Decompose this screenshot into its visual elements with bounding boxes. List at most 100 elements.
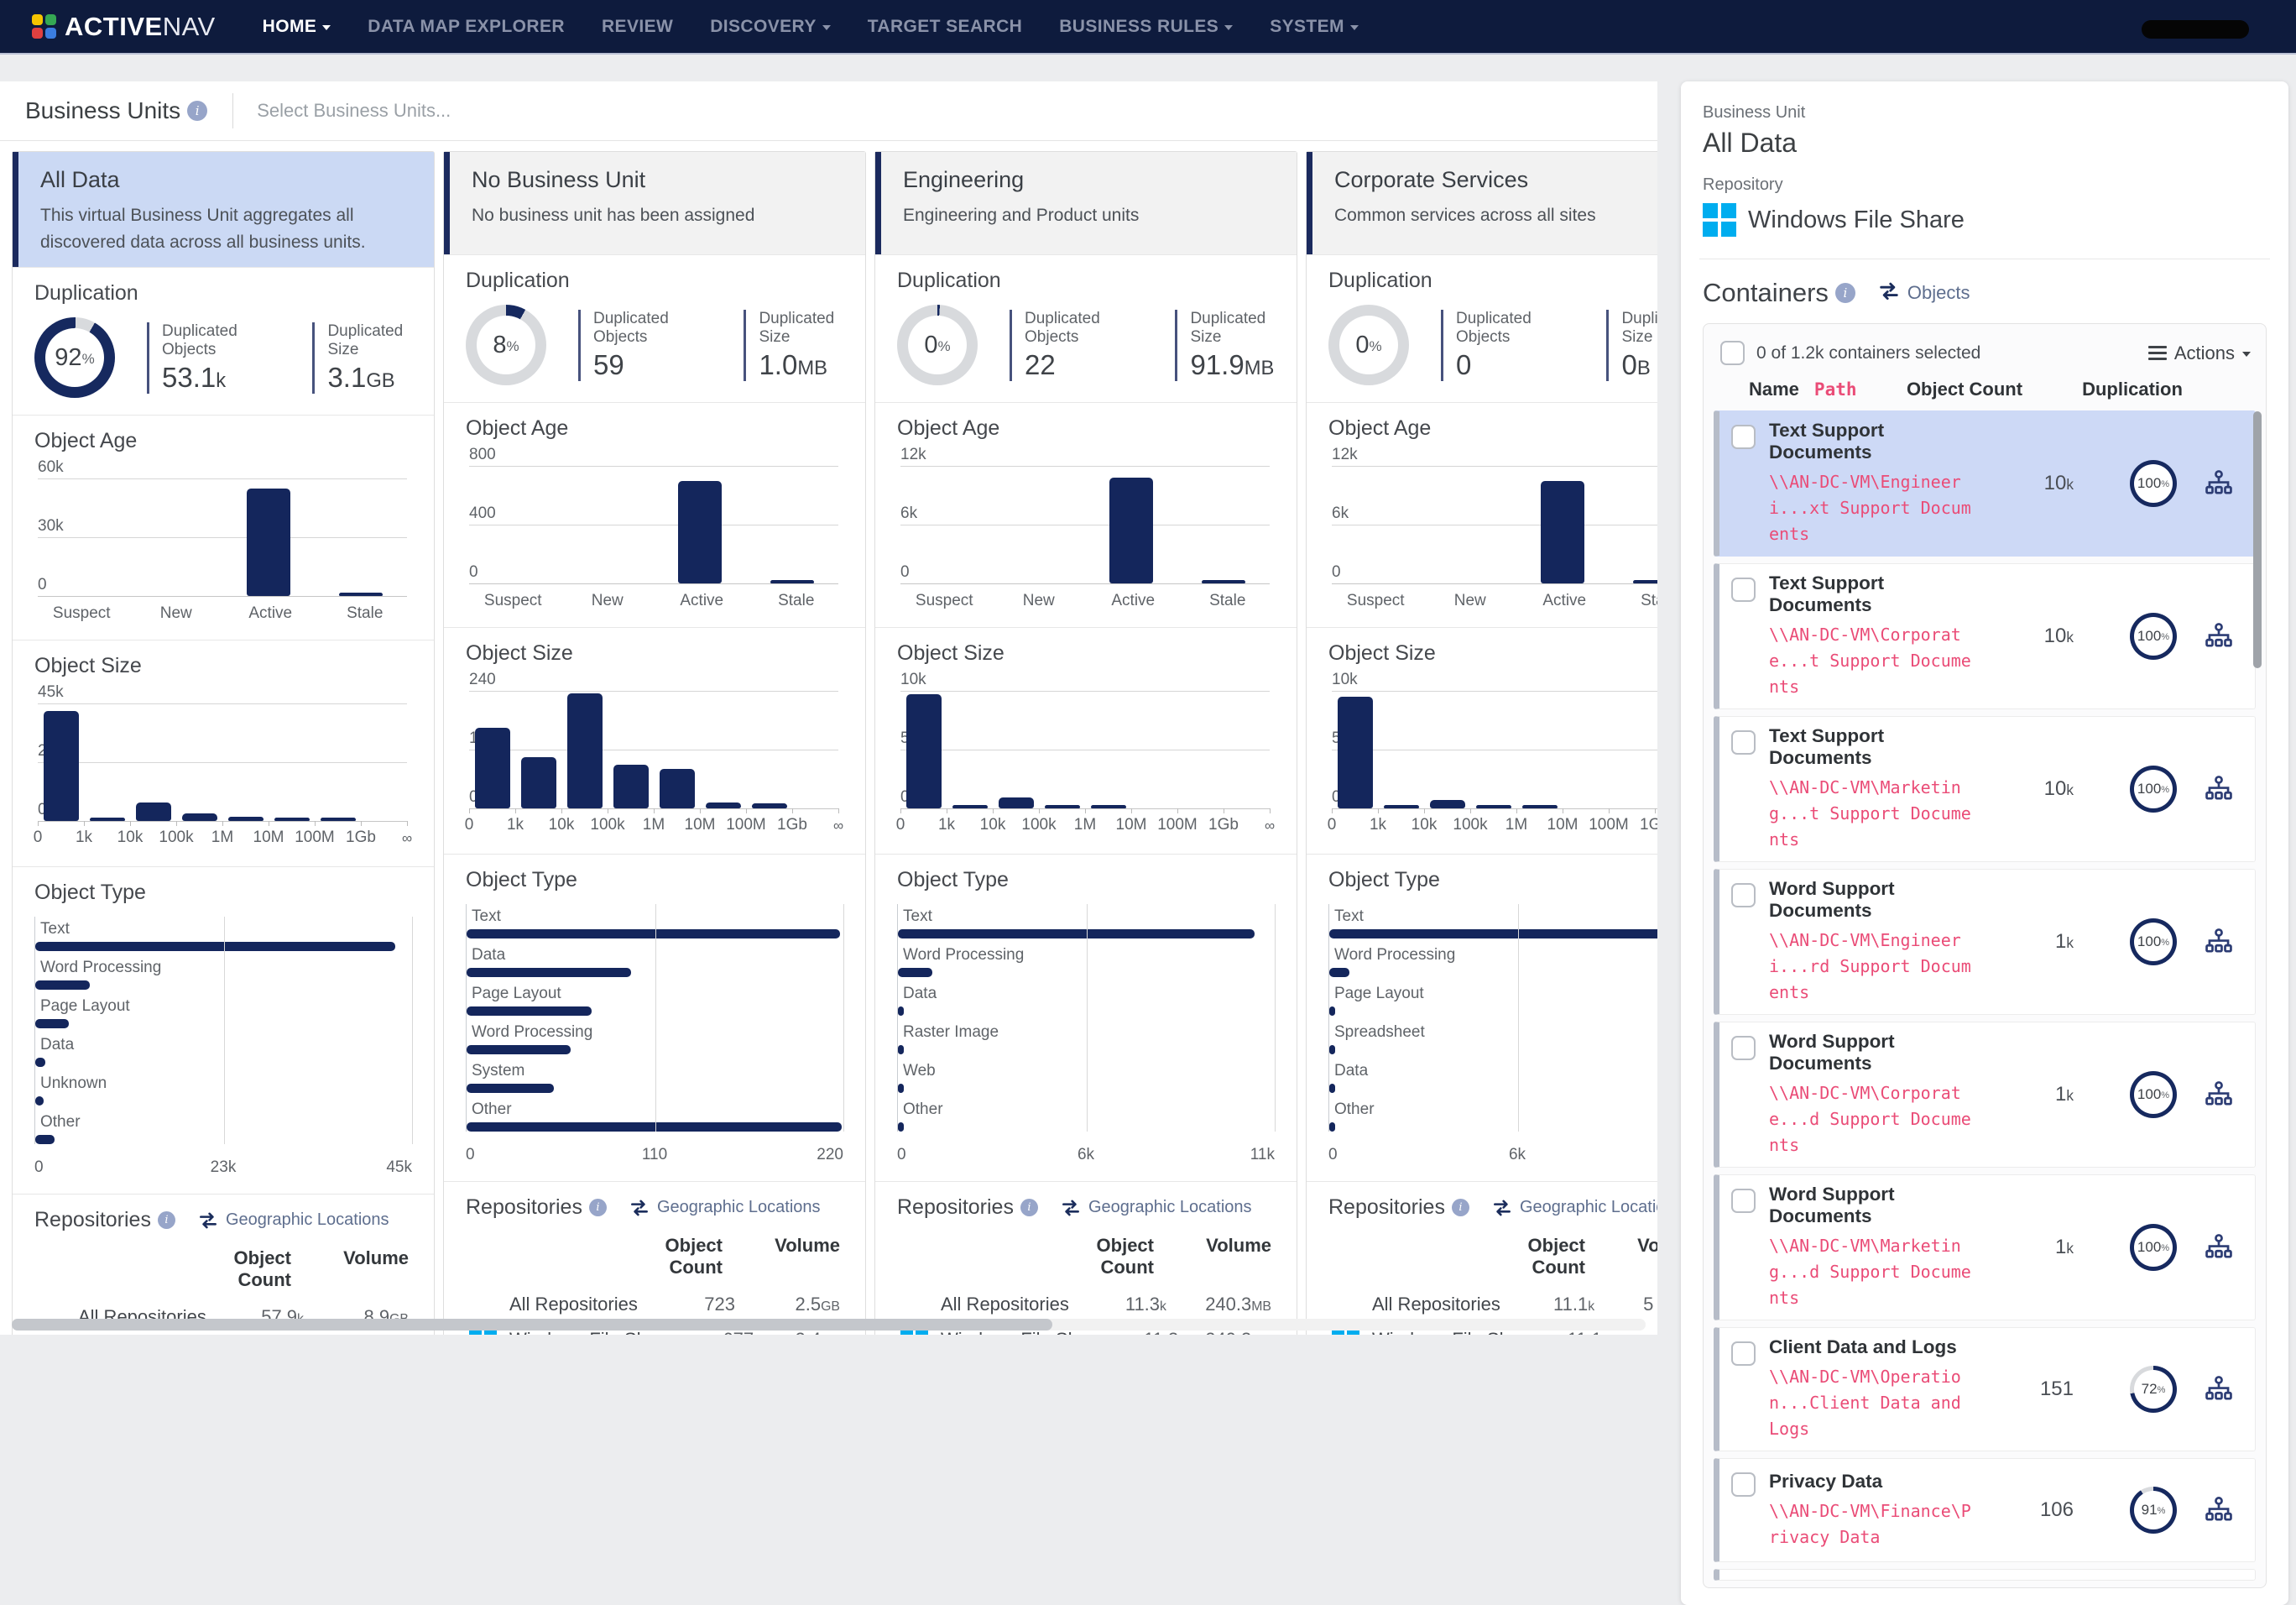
nav-item-discovery[interactable]: DISCOVERY (710, 17, 831, 37)
row-checkbox[interactable] (1731, 1036, 1756, 1060)
axis-label: 10k (1412, 816, 1438, 834)
info-icon[interactable]: i (589, 1199, 607, 1216)
container-row[interactable]: Word Support Documents\\AN-DC-VM\Enginee… (1714, 869, 2256, 1015)
column-path[interactable]: Path (1814, 379, 1876, 400)
duplicated-size: Duplicated Size91.9MB (1175, 310, 1275, 381)
sitemap-icon[interactable] (2189, 1080, 2248, 1109)
axis-label: New (1423, 592, 1518, 610)
card-header[interactable]: No Business UnitNo business unit has bee… (444, 152, 865, 254)
axis-label: 6k (1509, 1146, 1526, 1164)
nav-item-business-rules[interactable]: BUSINESS RULES (1059, 17, 1233, 37)
axis-label: 10k (980, 816, 1006, 834)
sitemap-icon[interactable] (2189, 1496, 2248, 1524)
row-checkbox[interactable] (1731, 1341, 1756, 1366)
row-checkbox[interactable] (1731, 425, 1756, 449)
horizontal-scrollbar[interactable] (12, 1319, 1646, 1331)
column-object-count[interactable]: Object Count (1876, 379, 2053, 400)
axis-label: 10M (685, 816, 716, 834)
duplication-section: Duplication0%Duplicated Objects0Duplicat… (1307, 254, 1657, 402)
bar (898, 1122, 904, 1132)
nav-item-home[interactable]: HOME (263, 17, 331, 37)
bu-card-no-business-unit[interactable]: No Business UnitNo business unit has bee… (443, 151, 866, 1335)
bar (678, 481, 722, 584)
card-header[interactable]: Corporate ServicesCommon services across… (1307, 152, 1657, 254)
bu-card-corporate-services[interactable]: Corporate ServicesCommon services across… (1306, 151, 1657, 1335)
axis-label: 1M (643, 816, 665, 834)
card-header[interactable]: All DataThis virtual Business Unit aggre… (13, 152, 434, 267)
repo-name: All Repositories (1372, 1294, 1500, 1315)
axis-label: 0 (896, 816, 905, 834)
chevron-down-icon (2242, 352, 2251, 357)
bar-chart: 10k5k001k10k100k1M10M100M1Gb∞ (1328, 691, 1657, 837)
container-row[interactable]: Word Support Documents\\AN-DC-VM\Corpora… (1714, 1022, 2256, 1168)
bar (35, 980, 90, 990)
bu-card-all-data[interactable]: All DataThis virtual Business Unit aggre… (12, 151, 435, 1335)
axis-label: 10k (549, 816, 575, 834)
sitemap-icon[interactable] (2189, 1233, 2248, 1262)
row-checkbox[interactable] (1731, 883, 1756, 907)
info-icon[interactable]: i (187, 101, 207, 121)
info-icon[interactable]: i (1452, 1199, 1469, 1216)
sitemap-icon[interactable] (2189, 775, 2248, 803)
bar (35, 1096, 44, 1106)
select-business-units-input[interactable]: Select Business Units... (257, 100, 451, 122)
axis-label: Stale (318, 604, 413, 623)
container-row[interactable]: Text Support Documents\\AN-DC-VM\Corpora… (1714, 563, 2256, 709)
repo-row-all-repositories[interactable]: All Repositories7232.5GB (466, 1287, 843, 1322)
bar (35, 1135, 55, 1144)
info-icon[interactable]: i (158, 1211, 175, 1229)
axis-label: 0 (465, 816, 474, 834)
card-header[interactable]: EngineeringEngineering and Product units (875, 152, 1297, 254)
swap-arrows-icon (1877, 280, 1901, 302)
select-all-checkbox[interactable] (1720, 341, 1745, 365)
container-name: Text Support Documents (1769, 725, 1973, 769)
geographic-locations-link[interactable]: Geographic Locations (197, 1210, 389, 1231)
sitemap-icon[interactable] (2189, 469, 2248, 498)
activenav-logo[interactable]: ACTIVENAV (32, 12, 216, 42)
geographic-locations-link[interactable]: Geographic Locations (1060, 1198, 1252, 1218)
row-checkbox[interactable] (1731, 730, 1756, 755)
row-checkbox[interactable] (1731, 578, 1756, 602)
column-duplication[interactable]: Duplication (2053, 379, 2212, 400)
windows-file-share-icon (1703, 203, 1736, 237)
bu-card-engineering[interactable]: EngineeringEngineering and Product units… (874, 151, 1297, 1335)
axis-label: 0 (1328, 1146, 1338, 1164)
nav-item-review[interactable]: REVIEW (602, 17, 673, 37)
vertical-scrollbar-thumb[interactable] (2253, 411, 2262, 668)
repo-row-all-repositories[interactable]: All Repositories11.3k240.3MB (897, 1287, 1275, 1322)
swap-arrows-icon (629, 1198, 650, 1218)
bar-chart: TextWord ProcessingDataRaster ImageWebOt… (897, 904, 1275, 1164)
row-checkbox[interactable] (1731, 1189, 1756, 1213)
chevron-down-icon (822, 25, 831, 30)
container-row[interactable]: Word Support Documents\\AN-DC-VM\Marketi… (1714, 1174, 2256, 1320)
info-icon[interactable]: i (1835, 283, 1855, 303)
sitemap-icon[interactable] (2189, 622, 2248, 651)
card-title: Engineering (903, 167, 1275, 193)
horizontal-scrollbar-thumb[interactable] (12, 1319, 1052, 1331)
objects-link[interactable]: Objects (1877, 280, 1970, 306)
container-row[interactable]: Text Support Documents\\AN-DC-VM\Enginee… (1714, 410, 2256, 557)
sitemap-icon[interactable] (2189, 1375, 2248, 1404)
menu-icon (2148, 346, 2167, 360)
duplication-donut: 100% (2130, 460, 2177, 507)
nav-item-data-map-explorer[interactable]: DATA MAP EXPLORER (368, 17, 565, 37)
container-row[interactable]: Client Data and Logs\\AN-DC-VM\Operation… (1714, 1327, 2256, 1451)
actions-button[interactable]: Actions (2148, 342, 2251, 364)
section-title: Object Age (34, 429, 412, 453)
axis-label: New (129, 604, 224, 623)
info-icon[interactable]: i (1020, 1199, 1038, 1216)
nav-item-system[interactable]: SYSTEM (1270, 17, 1359, 37)
bar (339, 593, 383, 596)
axis-label: New (561, 592, 655, 610)
geographic-locations-link[interactable]: Geographic Locations (1491, 1198, 1657, 1218)
container-row[interactable]: Privacy Data\\AN-DC-VM\Finance\Privacy D… (1714, 1458, 2256, 1562)
nav-item-target-search[interactable]: TARGET SEARCH (868, 17, 1022, 37)
column-name[interactable]: Name (1749, 379, 1799, 400)
repositories-section: RepositoriesiGeographic LocationsObject … (13, 1194, 434, 1335)
repo-row-all-repositories[interactable]: All Repositories11.1k5 (1328, 1287, 1657, 1322)
container-row[interactable]: Text Support Documents\\AN-DC-VM\Marketi… (1714, 716, 2256, 862)
geographic-locations-link[interactable]: Geographic Locations (629, 1198, 821, 1218)
sitemap-icon[interactable] (2189, 928, 2248, 956)
column-object-count: Object Count (1045, 1235, 1154, 1278)
row-checkbox[interactable] (1731, 1472, 1756, 1497)
